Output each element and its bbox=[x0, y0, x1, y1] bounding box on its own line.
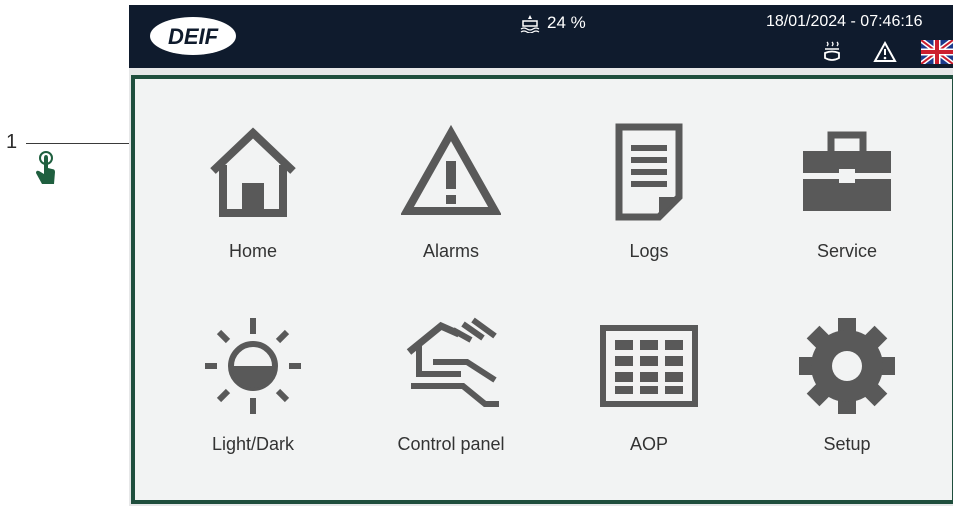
menu-label: Setup bbox=[823, 434, 871, 454]
date-time: 18/01/2024 - 07:46:16 bbox=[766, 13, 923, 30]
callout-number: 1 bbox=[6, 131, 18, 153]
menu-label: AOP bbox=[629, 434, 668, 454]
menu-home[interactable]: Home bbox=[153, 123, 353, 313]
menu-control-panel[interactable]: Control panel bbox=[351, 316, 551, 506]
menu-label: Logs bbox=[629, 241, 669, 261]
main-menu-panel: Home Alarms Logs Service Light/Dark Cont… bbox=[131, 75, 953, 504]
menu-label: Light/Dark bbox=[211, 434, 295, 454]
top-status-bar: DEIF 24 % 18/01/2024 - 07:46:16 bbox=[129, 5, 953, 68]
device-screen: DEIF 24 % 18/01/2024 - 07:46:16 Home Ala… bbox=[129, 5, 953, 506]
svg-text:DEIF: DEIF bbox=[168, 24, 219, 49]
alarm-triangle-icon bbox=[401, 124, 501, 215]
menu-label: Home bbox=[228, 241, 277, 261]
menu-label: Alarms bbox=[422, 241, 479, 261]
menu-label: Control panel bbox=[397, 434, 505, 454]
uk-flag-icon[interactable] bbox=[921, 40, 953, 64]
callout-line bbox=[26, 143, 132, 144]
fuel-indicator: 24 % bbox=[519, 13, 586, 33]
status-icons bbox=[819, 40, 953, 66]
menu-light-dark[interactable]: Light/Dark bbox=[153, 316, 353, 506]
menu-service[interactable]: Service bbox=[747, 123, 947, 313]
gear-icon bbox=[799, 318, 895, 414]
warning-triangle-icon[interactable] bbox=[873, 40, 897, 64]
fuel-tank-icon bbox=[520, 15, 540, 33]
toolbox-icon bbox=[803, 131, 891, 211]
menu-alarms[interactable]: Alarms bbox=[351, 123, 551, 313]
menu-label: Service bbox=[816, 241, 878, 261]
heater-icon[interactable] bbox=[819, 40, 845, 66]
keypad-grid-icon bbox=[600, 325, 698, 407]
logs-document-icon bbox=[615, 123, 683, 221]
menu-setup[interactable]: Setup bbox=[747, 316, 947, 506]
touch-hand-icon bbox=[36, 151, 55, 184]
menu-aop[interactable]: AOP bbox=[549, 316, 749, 506]
home-icon bbox=[210, 127, 296, 217]
deif-logo: DEIF bbox=[150, 17, 236, 55]
fuel-level: 24 % bbox=[547, 13, 586, 32]
hand-control-icon bbox=[406, 317, 499, 407]
menu-logs[interactable]: Logs bbox=[549, 123, 749, 313]
brightness-icon bbox=[205, 318, 301, 414]
